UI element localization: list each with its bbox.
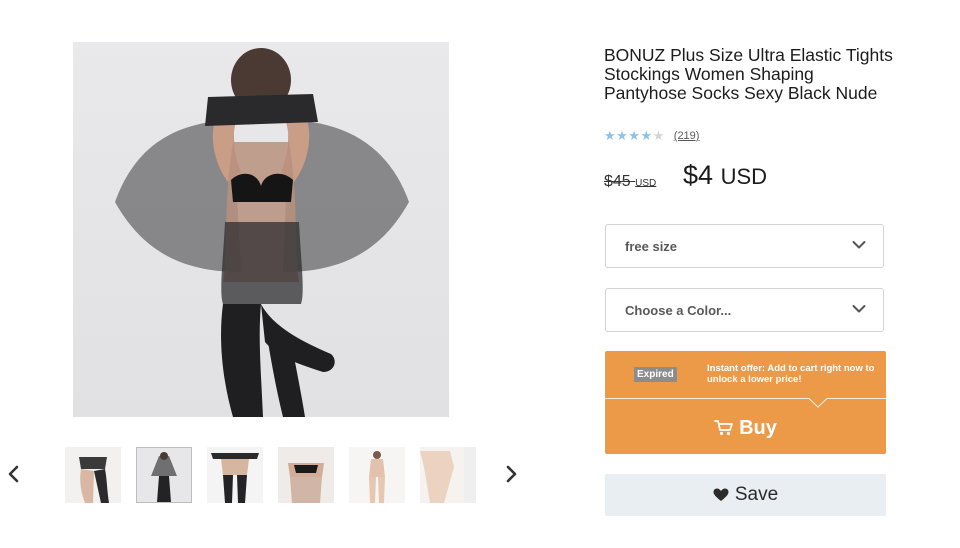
instant-offer-panel: Expired Instant offer: Add to cart right… <box>605 351 886 454</box>
thumbnail-image <box>349 447 405 503</box>
save-button-label: Save <box>734 484 779 505</box>
chevron-left-icon <box>8 465 19 483</box>
gallery-next-button[interactable] <box>501 462 521 486</box>
gallery-thumbnail-4[interactable] <box>278 447 334 503</box>
buy-button-label: Buy <box>739 416 777 439</box>
expired-badge: Expired <box>634 367 677 382</box>
chevron-right-icon <box>506 465 517 483</box>
thumbnail-image <box>278 447 334 503</box>
color-select[interactable]: Choose a Color... <box>605 288 884 332</box>
size-select[interactable]: free size <box>605 224 884 268</box>
heart-icon <box>713 488 729 501</box>
product-rating[interactable]: ★★★★★ (219) <box>604 128 699 144</box>
gallery-thumbnail-6[interactable] <box>420 447 476 503</box>
thumbnail-image <box>420 447 464 503</box>
thumbnail-image <box>207 447 263 503</box>
star-rating-icon: ★★★★★ <box>604 128 665 143</box>
chevron-down-icon <box>852 305 866 313</box>
thumbnail-image <box>137 448 191 502</box>
offer-banner: Expired Instant offer: Add to cart right… <box>605 351 886 398</box>
current-price-currency: USD <box>720 164 768 189</box>
chevron-down-icon <box>852 241 866 249</box>
original-price: $45 USD <box>604 173 656 191</box>
color-select-placeholder: Choose a Color... <box>625 303 732 318</box>
gallery-thumbnail-2[interactable] <box>136 447 192 503</box>
thumbnail-image <box>65 447 121 503</box>
review-count-link[interactable]: (219) <box>674 130 700 142</box>
gallery-prev-button[interactable] <box>4 462 24 486</box>
current-price: $4 USD <box>683 160 767 191</box>
save-button[interactable]: Save <box>605 474 886 516</box>
original-price-amount: $45 <box>604 173 631 190</box>
offer-text: Instant offer: Add to cart right now to … <box>707 363 875 385</box>
gallery-thumbnail-3[interactable] <box>207 447 263 503</box>
current-price-amount: $4 <box>683 160 714 190</box>
product-photo <box>115 48 409 417</box>
gallery-thumbnail-5[interactable] <box>349 447 405 503</box>
size-select-value: free size <box>625 239 678 254</box>
gallery-thumbnail-1[interactable] <box>65 447 121 503</box>
main-product-image[interactable] <box>73 42 449 417</box>
buy-button[interactable]: Buy <box>605 403 886 453</box>
product-title: BONUZ Plus Size Ultra Elastic Tights Sto… <box>604 45 893 103</box>
original-price-currency: USD <box>635 178 657 189</box>
cart-icon <box>714 420 733 436</box>
